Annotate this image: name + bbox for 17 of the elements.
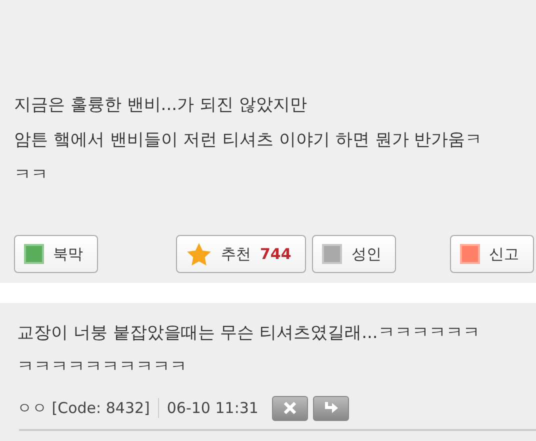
post-text-line: 지금은 훌륭한 밴비...가 되진 않았지만: [14, 94, 308, 117]
delete-button[interactable]: [272, 396, 308, 420]
user-code: [Code: 8432]: [52, 399, 150, 417]
star-icon: [186, 242, 212, 266]
comment-text-line: 교장이 너붕 붙잡았을때는 무슨 티셔츠였길래...ㅋㅋㅋㅋㅋㅋ: [17, 322, 481, 345]
post-text-line: ㅋㅋ: [14, 164, 49, 187]
action-button[interactable]: 추천 744: [176, 235, 306, 273]
action-button[interactable]: 성인: [312, 235, 396, 273]
close-icon: [283, 401, 298, 415]
arrow-icon: [323, 401, 340, 415]
author-name: ㅇㅇ: [17, 398, 47, 418]
comment-time: 06-10 11:31: [166, 399, 258, 417]
comment-text-line: ㅋㅋㅋㅋㅋㅋㅋㅋㅋㅋ: [17, 356, 188, 379]
post-text-line: 암튼 햌에서 밴비들이 저런 티셔츠 이야기 하면 뭔가 반가움ㅋ: [14, 129, 484, 152]
reply-button[interactable]: [313, 396, 350, 420]
action-button[interactable]: 신고: [450, 235, 534, 273]
action-button[interactable]: 북막: [14, 235, 98, 273]
